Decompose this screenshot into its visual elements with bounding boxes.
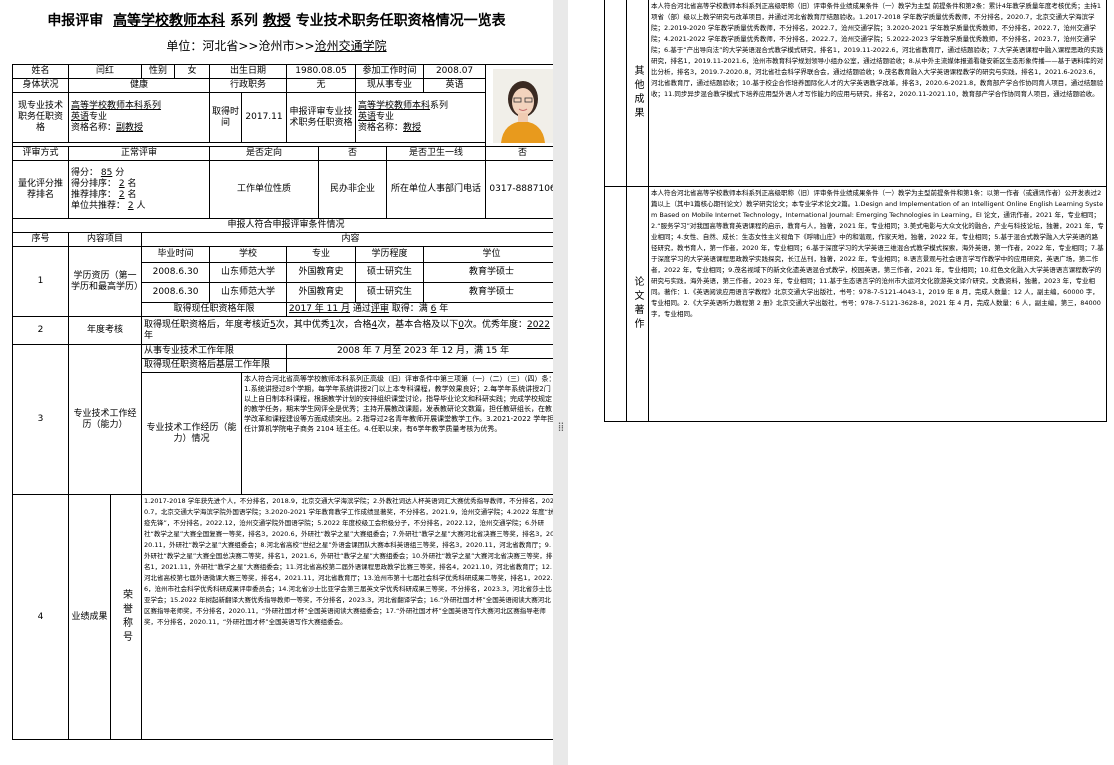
unit-line: 单位：河北省>>沧州市>>沧州交通学院: [166, 39, 387, 53]
r3-item: 专业技术工作经历（能力）: [67, 344, 143, 495]
current-qual-label: 现专业技术职务任职资格: [12, 92, 69, 143]
frontline-label: 是否卫生一线: [386, 146, 487, 161]
years-value: 2017 年 11 月 通过评审 取得：满 6 年: [286, 302, 553, 317]
health-label: 身体状况: [12, 78, 69, 93]
r4-sub: 荣誉称号: [109, 494, 143, 740]
qual-time-value: 2017.11: [241, 92, 288, 143]
qualification-table: 姓名 闫红 性别 女 出生日期 1980.08.05 参加工作时间 2008.0…: [11, 64, 553, 740]
gender-label: 性别: [141, 64, 176, 79]
major-label: 现从事专业: [355, 78, 425, 93]
work-start-value: 2008.07: [423, 64, 487, 79]
honors-text: 1.2017-2018 学年获先进个人，不分排名，2018.9，北京交通大学海滨…: [141, 494, 553, 740]
admin-value: 无: [286, 78, 357, 93]
document-title: 申报评审 高等学校教师本科 系列 教授 专业技术职务任职资格情况一览表: [47, 13, 506, 29]
current-qual-value: 高等学校教师本科系列 英语专业 资格名称：副教授: [67, 92, 211, 143]
work-years-label: 从事专业技术工作年限: [141, 344, 288, 359]
r4-no: 4: [12, 494, 69, 740]
document-page-1: 申报评审 高等学校教师本科 系列 教授 专业技术职务任职资格情况一览表 单位：河…: [0, 0, 553, 765]
directed-label: 是否定向: [209, 146, 320, 161]
admin-label: 行政职务: [209, 78, 288, 93]
work-start-label: 参加工作时间: [355, 64, 425, 79]
applicant-photo: [492, 68, 553, 143]
hr-phone-value: 0317-8887106: [485, 160, 553, 219]
papers-text: 本人符合河北省高等学校教师本科系列正高级职称（旧）评审条件业绩成果条件（一）教学…: [648, 185, 1107, 422]
base-years-label: 取得现任职资格后基层工作年限: [141, 358, 288, 373]
work-exp-sublabel: 专业技术工作经历（能力）情况: [141, 372, 243, 495]
score-label: 量化评分推荐排名: [12, 160, 69, 219]
papers-label: 论文著作: [626, 185, 649, 422]
document-page-2: 其他成果 本人符合河北省高等学校教师本科系列正高级职称（旧）评审条件业绩成果条件…: [568, 0, 1114, 765]
health-value: 健康: [67, 78, 211, 93]
edu-header-time: 毕业时间: [141, 246, 211, 263]
annual-review-text: 取得现任职资格后，年度考核近5次，其中优秀1次，合格4次，基本合格及以下0次。优…: [141, 316, 553, 345]
r4-item: 业绩成果: [68, 494, 111, 740]
review-method-label: 评审方式: [12, 146, 69, 161]
base-years-value: [286, 358, 553, 373]
gender-value: 女: [174, 64, 211, 79]
edu-header-degree: 学位: [423, 246, 553, 263]
r3-no: 3: [12, 344, 69, 495]
drag-handle-icon[interactable]: ⁞⁞: [553, 420, 568, 434]
edu-header-major: 专业: [286, 246, 357, 263]
birth-value: 1980.08.05: [286, 64, 357, 79]
other-results-label: 其他成果: [626, 0, 649, 187]
apply-qual-label: 申报评审专业技术职务任职资格: [286, 92, 357, 143]
col-content-header: 内容: [141, 232, 553, 247]
birth-label: 出生日期: [209, 64, 288, 79]
major-value: 英语: [423, 78, 487, 93]
directed-value: 否: [318, 146, 388, 161]
col-item-header: 内容项目: [67, 232, 143, 247]
edu-header-school: 学校: [209, 246, 288, 263]
r2-no: 2: [12, 316, 69, 345]
unit-nature-value: 民办非企业: [318, 160, 388, 219]
r1-no: 1: [12, 246, 69, 317]
continuation-table: 其他成果 本人符合河北省高等学校教师本科系列正高级职称（旧）评审条件业绩成果条件…: [604, 0, 1107, 422]
score-value: 得分： 85 分 得分排序： 2 名 推荐排序： 2 名 单位共推荐： 2 人: [67, 160, 211, 219]
unit-nature-label: 工作单位性质: [209, 160, 320, 219]
col-no-header: 序号: [12, 232, 69, 247]
r2-item: 年度考核: [67, 316, 143, 345]
hr-phone-label: 所在单位人事部门电话: [386, 160, 487, 219]
conditions-header: 申报人符合申报评审条件情况: [11, 218, 553, 233]
name-label: 姓名: [12, 64, 69, 79]
apply-qual-value: 高等学校教师本科系列 英语专业 资格名称：教授: [355, 92, 487, 143]
photo-cell: [485, 64, 553, 147]
work-years-value: 2008 年 7 月至 2023 年 12 月，满 15 年: [286, 344, 553, 359]
qual-time-label: 取得时间: [209, 92, 243, 143]
r1-item: 学历资历（第一学历和最高学历）: [67, 246, 143, 317]
work-exp-text: 本人符合河北省高等学校教师本科系列正高级（旧）评审条件中第三项第（一）（二）（三…: [241, 372, 553, 495]
edu-header-level: 学历程度: [355, 246, 425, 263]
years-label: 取得现任职资格年限: [141, 302, 288, 317]
other-results-text: 本人符合河北省高等学校教师本科系列正高级职称（旧）评审条件业绩成果条件（一）教学…: [648, 0, 1107, 187]
name-value: 闫红: [67, 64, 143, 79]
frontline-value: 否: [485, 146, 553, 161]
review-method-value: 正常评审: [67, 146, 211, 161]
